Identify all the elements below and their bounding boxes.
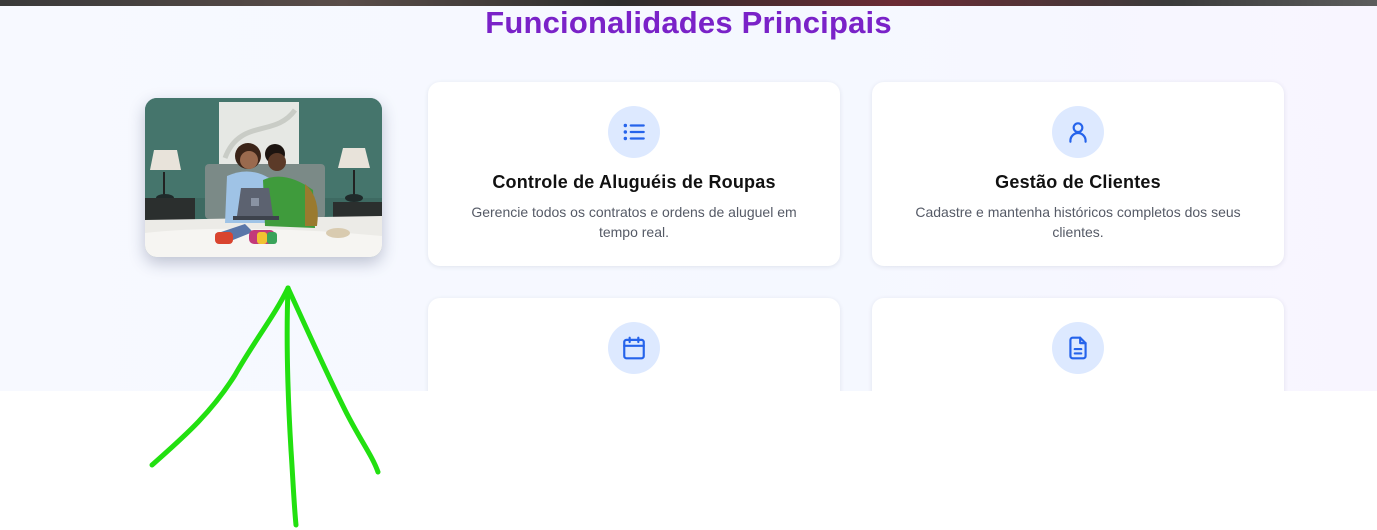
feature-card-clients[interactable]: Gestão de Clientes Cadastre e mantenha h… bbox=[872, 82, 1284, 266]
feature-title: Controle de Aluguéis de Roupas bbox=[492, 172, 776, 192]
feature-card-documents[interactable] bbox=[872, 298, 1284, 391]
document-icon bbox=[1052, 322, 1104, 374]
section-title: Funcionalidades Principais bbox=[485, 6, 892, 40]
feature-description: Cadastre e mantenha históricos completos… bbox=[915, 204, 1241, 240]
annotation-arrow-icon bbox=[149, 285, 381, 528]
list-icon bbox=[608, 106, 660, 158]
calendar-icon bbox=[608, 322, 660, 374]
feature-title: Gestão de Clientes bbox=[995, 172, 1161, 192]
feature-photo bbox=[145, 98, 382, 257]
user-icon bbox=[1052, 106, 1104, 158]
feature-description: Gerencie todos os contratos e ordens de … bbox=[471, 204, 797, 240]
feature-card-rentals[interactable]: Controle de Aluguéis de Roupas Gerencie … bbox=[428, 82, 840, 266]
feature-card-calendar[interactable] bbox=[428, 298, 840, 391]
